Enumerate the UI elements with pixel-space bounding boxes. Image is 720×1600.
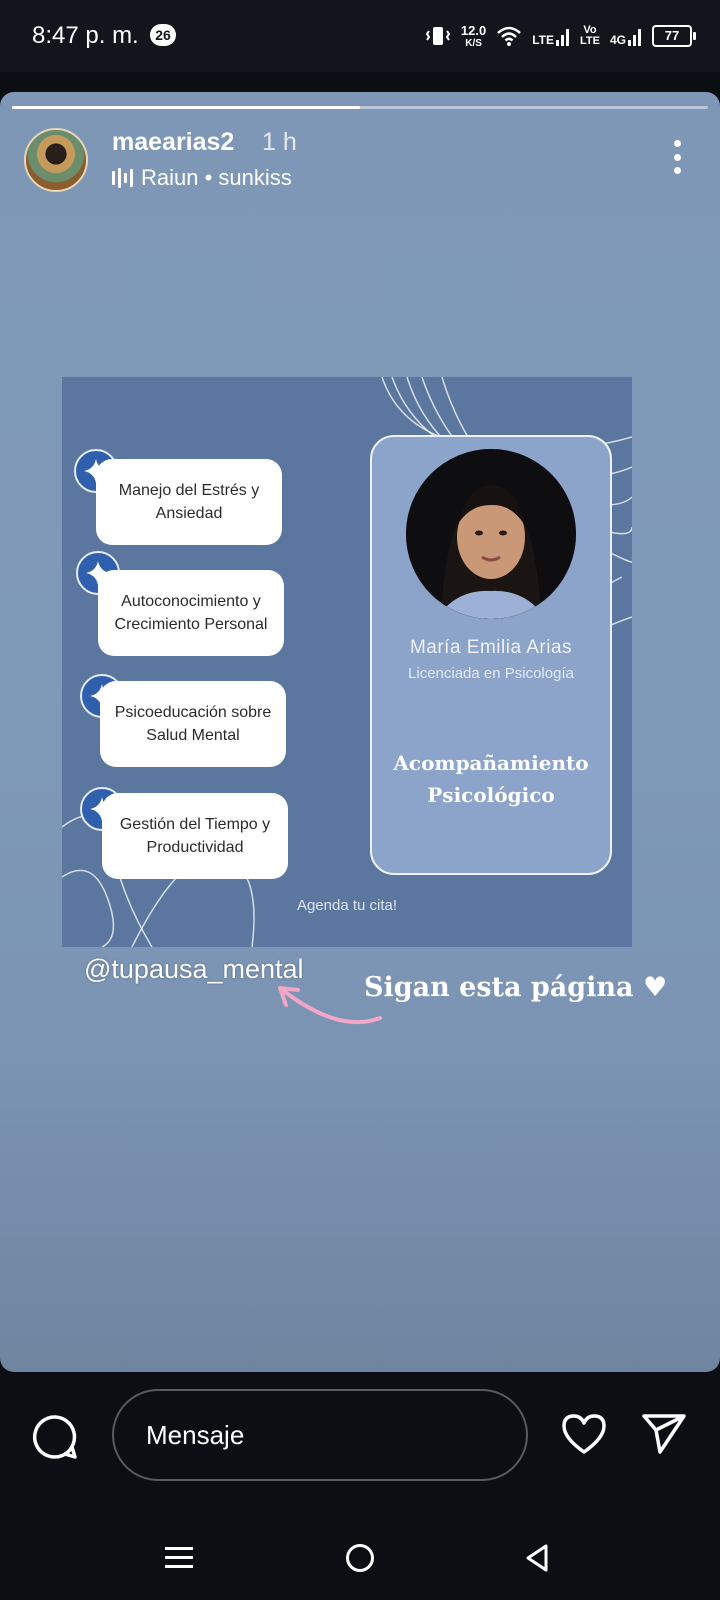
- message-input[interactable]: [112, 1389, 528, 1481]
- music-attribution[interactable]: Raiun • sunkiss: [112, 165, 292, 191]
- 4g-label: 4G: [609, 33, 626, 47]
- story-username[interactable]: maearias2: [112, 128, 234, 157]
- volte-bottom: LTE: [580, 35, 600, 47]
- story-progress-fill: [12, 106, 360, 109]
- heart-icon[interactable]: [560, 1412, 608, 1456]
- 4g-signal: 4G: [610, 26, 642, 46]
- music-bars-icon: [112, 168, 133, 188]
- vibrate-icon: [425, 27, 451, 45]
- status-icons: 12.0 K/S LTE Vo LTE 4G 77: [425, 18, 696, 54]
- post-card: Manejo del Estrés y Ansiedad Autoconocim…: [62, 377, 632, 947]
- more-vertical-icon[interactable]: [672, 140, 682, 174]
- notification-count-badge: 26: [150, 24, 176, 46]
- lte-label: LTE: [532, 33, 555, 47]
- send-icon[interactable]: [640, 1410, 688, 1456]
- chat-bubble-icon[interactable]: [32, 1414, 78, 1460]
- service-item: Autoconocimiento y Crecimiento Personal: [98, 570, 284, 656]
- status-bar: 8:47 p. m. 26 12.0 K/S LTE Vo LTE 4G 77: [0, 0, 720, 72]
- avatar[interactable]: [24, 128, 88, 192]
- profile-photo: [406, 449, 576, 619]
- service-item: Psicoeducación sobre Salud Mental: [100, 681, 286, 767]
- service-item: Gestión del Tiempo y Productividad: [102, 793, 288, 879]
- battery-indicator: 77: [652, 25, 696, 47]
- headline-line-1: Acompañamiento: [393, 751, 589, 775]
- professional-role: Licenciada en Psicología: [408, 665, 574, 682]
- service-item: Manejo del Estrés y Ansiedad: [96, 459, 282, 545]
- follow-caption: Sigan esta página ♥: [364, 972, 668, 1003]
- call-to-action: Agenda tu cita!: [296, 897, 398, 914]
- signal-bars-icon: [556, 29, 570, 46]
- volte-indicator: Vo LTE: [580, 25, 600, 47]
- service-headline: Acompañamiento Psicológico: [372, 747, 610, 811]
- story-time-ago: 1 h: [262, 128, 297, 156]
- back-icon[interactable]: [524, 1543, 550, 1573]
- wifi-icon: [497, 26, 522, 46]
- signal-bars-icon-2: [628, 29, 641, 46]
- headline-line-2: Psicológico: [427, 783, 555, 807]
- network-speed: 12.0 K/S: [460, 22, 487, 49]
- music-label: Raiun • sunkiss: [141, 165, 292, 190]
- story-progress-bar: [12, 106, 708, 109]
- lte-signal: LTE: [532, 26, 570, 46]
- profile-panel: María Emilia Arias Licenciada en Psicolo…: [370, 435, 612, 875]
- status-time: 8:47 p. m.: [32, 22, 139, 49]
- professional-name: María Emilia Arias: [409, 637, 573, 658]
- network-speed-value: 12.0: [460, 22, 487, 38]
- home-icon[interactable]: [346, 1544, 374, 1572]
- network-speed-unit: K/S: [465, 37, 482, 49]
- story-viewer[interactable]: maearias2 1 h Raiun • sunkiss Manejo del…: [0, 92, 720, 1372]
- recent-apps-icon[interactable]: [165, 1544, 193, 1572]
